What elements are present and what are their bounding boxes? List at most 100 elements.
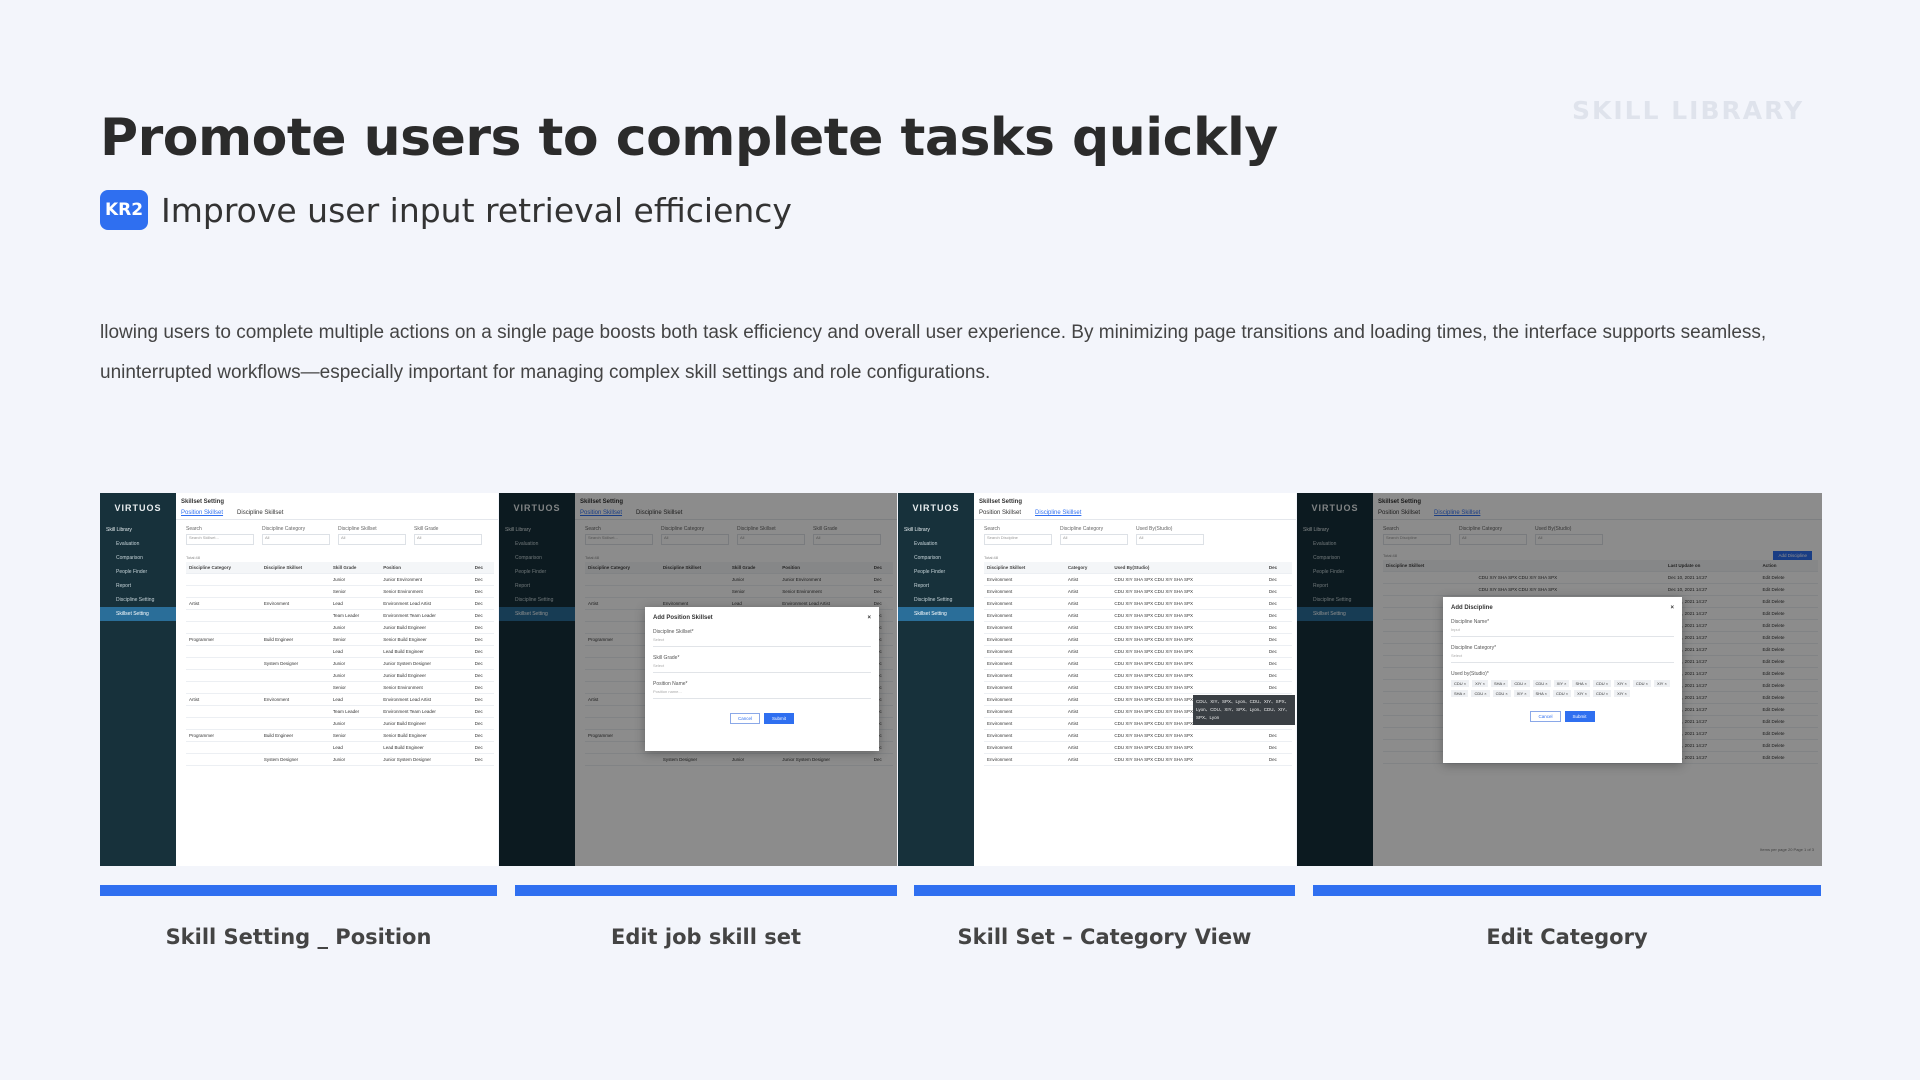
close-icon[interactable]: ×	[1670, 605, 1674, 611]
table-cell: Dec	[1265, 621, 1292, 634]
close-icon[interactable]: ×	[867, 615, 871, 621]
skill-grade-select[interactable]: Select	[653, 661, 871, 673]
discipline-skillset-select[interactable]: Select	[653, 635, 871, 647]
modal-title: Add Position Skillset	[653, 615, 713, 621]
table-cell: CDU XIY SHA SPX CDU XIY SHA SPX	[1111, 609, 1266, 622]
studio-tooltip: CDU、XIY、SPX、Lyon、CDU、XIY、SPX、Lyon、CDU、XI…	[1193, 695, 1295, 725]
mock-filter-box: All	[1060, 534, 1128, 545]
table-cell: Artist	[186, 597, 261, 610]
table-cell: Environment	[984, 669, 1065, 682]
table-cell: Dec	[1265, 669, 1292, 682]
table-cell: Artist	[1064, 681, 1112, 694]
table-cell: CDU XIY SHA SPX CDU XIY SHA SPX	[1111, 741, 1266, 754]
mock-table: Discipline Category Discipline Skillset Sk…	[186, 562, 494, 766]
table-cell: Senior	[329, 585, 381, 598]
table-row: LeadLead Build EngineerDec	[186, 741, 494, 754]
submit-button[interactable]: Submit	[1564, 711, 1595, 722]
table-cell: Environment	[984, 705, 1065, 718]
studio-chip[interactable]: XIY ×	[1614, 690, 1630, 697]
table-cell: Artist	[1064, 573, 1112, 586]
cancel-button[interactable]: Cancel	[729, 713, 760, 724]
mock-tab: Discipline Skillset	[237, 510, 284, 516]
column-header: Discipline Skillset	[984, 562, 1065, 574]
table-row: System DesignerJuniorJunior System Desig…	[186, 657, 494, 670]
mock-total: Total:48	[186, 555, 201, 560]
mock-nav-item: Evaluation	[914, 541, 938, 547]
table-cell: Artist	[1064, 753, 1112, 766]
studio-chip[interactable]: XIY ×	[1574, 690, 1590, 697]
table-cell: CDU XIY SHA SPX CDU XIY SHA SPX	[1111, 657, 1266, 670]
cancel-button[interactable]: Cancel	[1530, 711, 1561, 722]
mock-logo: VIRTUOS	[912, 503, 960, 513]
table-cell: Dec	[1265, 753, 1292, 766]
screenshot-skill-setting-position: VIRTUOS Skill Library Evaluation Compari…	[100, 493, 498, 866]
table-header-row: Discipline Category Discipline Skillset Sk…	[186, 562, 494, 574]
studio-chip[interactable]: CDU ×	[1511, 680, 1530, 687]
studio-chip[interactable]: SHA ×	[1572, 680, 1590, 687]
mock-tab: Position Skillset	[979, 510, 1022, 516]
table-cell: Dec	[471, 681, 494, 694]
table-row: Junior Junior Environment Dec	[186, 573, 494, 586]
table-cell: Environment	[984, 573, 1065, 586]
table-cell: Junior	[329, 669, 381, 682]
studio-chip[interactable]: CDU ×	[1471, 690, 1490, 697]
table-cell: Senior	[329, 729, 381, 742]
studio-chip[interactable]: XIY ×	[1614, 680, 1630, 687]
table-cell	[186, 609, 261, 622]
table-cell: Environment	[260, 693, 330, 706]
studio-chip[interactable]: SHA ×	[1451, 690, 1469, 697]
page-title: Promote users to complete tasks quickly	[100, 108, 1278, 168]
table-row: JuniorJunior Build EngineerDec	[186, 621, 494, 634]
studio-chip[interactable]: CDU ×	[1592, 680, 1612, 687]
mock-nav-item: Comparison	[116, 555, 143, 561]
table-cell: Dec	[471, 645, 494, 658]
studio-chip[interactable]: XIY ×	[1472, 680, 1488, 687]
table-cell: CDU XIY SHA SPX CDU XIY SHA SPX	[1111, 681, 1266, 694]
table-cell: Artist	[1064, 585, 1112, 598]
table-cell: Artist	[186, 693, 261, 706]
studio-chip[interactable]: CDU ×	[1451, 680, 1470, 687]
studio-chip[interactable]: CDU ×	[1552, 690, 1572, 697]
studio-chip[interactable]: CDU ×	[1592, 690, 1612, 697]
table-cell: Dec	[1265, 633, 1292, 646]
mock-nav-header: Skill Library	[106, 527, 132, 533]
table-cell	[186, 585, 261, 598]
submit-button[interactable]: Submit	[764, 713, 795, 724]
watermark: SKILL LIBRARY	[1572, 96, 1805, 125]
modal-title: Add Discipline	[1451, 605, 1493, 611]
table-cell	[260, 645, 330, 658]
column-header: Dec	[1265, 562, 1292, 574]
mock-filter-label: Search	[984, 526, 1000, 532]
studio-chip[interactable]: XIY ×	[1553, 680, 1570, 687]
table-cell: Environment	[984, 753, 1065, 766]
table-cell: Environment Team Leader	[380, 705, 472, 718]
table-cell	[186, 753, 261, 766]
table-cell: Environment	[984, 585, 1065, 598]
discipline-name-input[interactable]: Input	[1451, 625, 1674, 637]
mock-filter-box: All	[414, 534, 482, 545]
table-cell: Artist	[1064, 645, 1112, 658]
table-cell: Environment	[984, 657, 1065, 670]
table-cell	[260, 681, 330, 694]
studio-chip[interactable]: CDU ×	[1492, 690, 1511, 697]
table-cell: Environment Lead Artist	[380, 693, 472, 706]
studio-chips[interactable]: CDU × XIY × SHA × CDU × CDU × XIY × SHA × CDU ×…	[1451, 680, 1674, 697]
studio-chip[interactable]: CDU ×	[1532, 680, 1551, 687]
studio-chip[interactable]: SHA ×	[1490, 680, 1509, 687]
discipline-category-select[interactable]: Select	[1451, 651, 1674, 663]
caption-bar	[1313, 885, 1821, 896]
studio-chip[interactable]: XIY ×	[1513, 690, 1530, 697]
mock-content: Skillset Setting Position Skillset Disci…	[176, 493, 498, 866]
studio-chip[interactable]: XIY ×	[1654, 680, 1670, 687]
studio-chip[interactable]: CDU ×	[1632, 680, 1652, 687]
table-cell	[260, 717, 330, 730]
position-name-input[interactable]: Position name...	[653, 687, 871, 699]
table-header-row: Discipline Skillset Category Used By(Studi…	[984, 562, 1292, 574]
mock-nav-item: Skillset Setting	[100, 607, 176, 621]
table-cell: Dec	[471, 609, 494, 622]
mock-tabs: Position Skillset Discipline Skillset	[176, 507, 498, 520]
studio-chip[interactable]: SHA ×	[1532, 690, 1550, 697]
table-row: ProgrammerBuild EngineerSeniorSenior Bui…	[186, 633, 494, 646]
table-cell: Lead	[329, 741, 381, 754]
table-cell	[186, 573, 261, 586]
